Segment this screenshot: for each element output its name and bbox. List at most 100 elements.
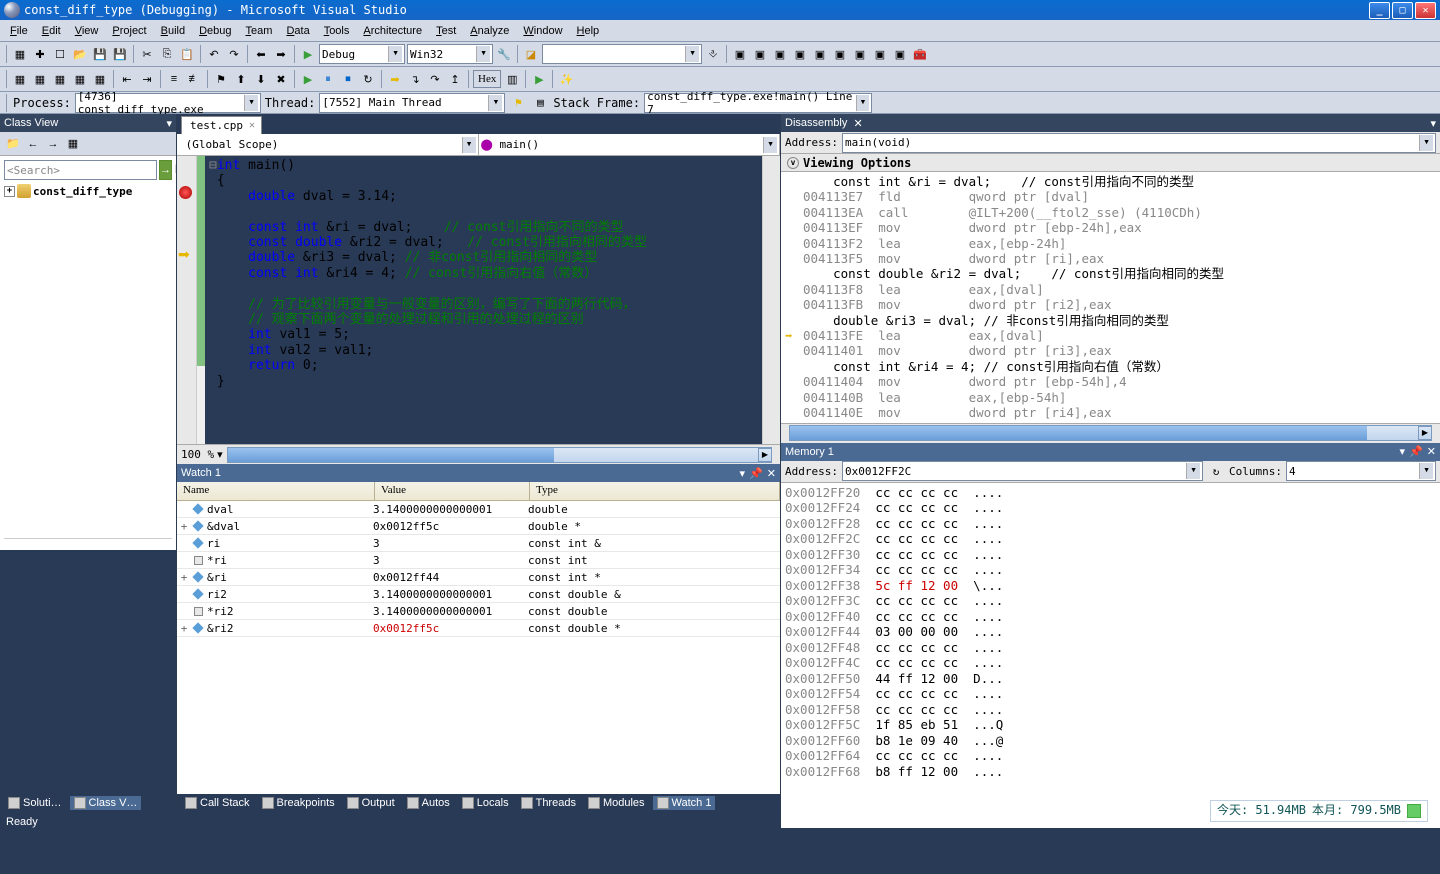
replace-icon[interactable]: ⎀ bbox=[704, 45, 722, 63]
win9-icon[interactable]: ▣ bbox=[891, 45, 909, 63]
maximize-button[interactable]: □ bbox=[1392, 2, 1413, 19]
output-icon[interactable]: ▥ bbox=[503, 70, 521, 88]
nav-back-icon[interactable]: ⬅ bbox=[252, 45, 270, 63]
menu-window[interactable]: Window bbox=[517, 23, 568, 39]
breakpoint-icon[interactable] bbox=[179, 186, 192, 199]
pin-icon[interactable]: 📌 bbox=[749, 467, 763, 480]
bookmark-icon[interactable]: ⚑ bbox=[212, 70, 230, 88]
menu-analyze[interactable]: Analyze bbox=[464, 23, 515, 39]
menu-build[interactable]: Build bbox=[155, 23, 191, 39]
stop-icon[interactable]: ⏹ bbox=[339, 70, 357, 88]
win5-icon[interactable]: ▣ bbox=[811, 45, 829, 63]
tool-tab-watch-1[interactable]: Watch 1 bbox=[653, 796, 716, 810]
asm-line[interactable]: 004113FB mov dword ptr [ri2],eax bbox=[785, 297, 1436, 312]
watch-row[interactable]: ri3const int & bbox=[177, 535, 780, 552]
chevron-down-icon[interactable]: v bbox=[787, 157, 799, 169]
wand-icon[interactable]: ✨ bbox=[557, 70, 575, 88]
layout4-icon[interactable]: ▦ bbox=[71, 70, 89, 88]
menu-data[interactable]: Data bbox=[280, 23, 315, 39]
next-bm-icon[interactable]: ⬇ bbox=[252, 70, 270, 88]
editor-margin[interactable]: ➡ bbox=[177, 156, 197, 444]
menu-team[interactable]: Team bbox=[240, 23, 279, 39]
layout3-icon[interactable]: ▦ bbox=[51, 70, 69, 88]
asm-line[interactable]: 0041140E mov dword ptr [ri4],eax bbox=[785, 405, 1436, 420]
tool-tab-breakpoints[interactable]: Breakpoints bbox=[258, 796, 339, 810]
class-view-search[interactable] bbox=[4, 160, 157, 180]
panel-close-icon[interactable]: ✕ bbox=[1427, 445, 1436, 458]
tool-tab-modules[interactable]: Modules bbox=[584, 796, 649, 810]
tool-tab-output[interactable]: Output bbox=[343, 796, 399, 810]
win2-icon[interactable]: ▣ bbox=[751, 45, 769, 63]
thread-combo[interactable]: [7552] Main Thread▾ bbox=[319, 93, 505, 113]
properties-icon[interactable]: 🔧 bbox=[495, 45, 513, 63]
undo-icon[interactable]: ↶ bbox=[205, 45, 223, 63]
uncomment-icon[interactable]: ≢ bbox=[185, 70, 203, 88]
vertical-scrollbar[interactable] bbox=[762, 156, 780, 444]
asm-line[interactable]: 004113EA call @ILT+200(__ftol2_sse) (411… bbox=[785, 205, 1436, 220]
asm-line[interactable]: 0041140B lea eax,[ebp-54h] bbox=[785, 390, 1436, 405]
panel-close-icon[interactable]: ✕ bbox=[767, 467, 776, 480]
pin-icon[interactable]: 📌 bbox=[1409, 445, 1423, 458]
add-item-icon[interactable]: ✚ bbox=[31, 45, 49, 63]
asm-line[interactable]: double &ri3 = dval; // 非const引用指向相同的类型 bbox=[785, 313, 1436, 328]
menu-debug[interactable]: Debug bbox=[193, 23, 237, 39]
disasm-addr-combo[interactable]: main(void)▾ bbox=[842, 133, 1436, 153]
expand-icon[interactable]: + bbox=[4, 186, 15, 197]
asm-line[interactable]: 004113F2 lea eax,[ebp-24h] bbox=[785, 236, 1436, 251]
asm-line[interactable]: const int &ri = dval; // const引用指向不同的类型 bbox=[785, 174, 1436, 189]
minimize-button[interactable]: _ bbox=[1369, 2, 1390, 19]
asm-line[interactable]: 00411404 mov dword ptr [ebp-54h],4 bbox=[785, 374, 1436, 389]
win6-icon[interactable]: ▣ bbox=[831, 45, 849, 63]
open-icon[interactable]: 📂 bbox=[71, 45, 89, 63]
thread-filter-icon[interactable]: ▤ bbox=[531, 94, 549, 112]
menu-architecture[interactable]: Architecture bbox=[357, 23, 428, 39]
menu-project[interactable]: Project bbox=[106, 23, 152, 39]
save-all-icon[interactable]: 💾 bbox=[111, 45, 129, 63]
class-view-tab[interactable]: Class V… bbox=[70, 796, 142, 810]
win1-icon[interactable]: ▣ bbox=[731, 45, 749, 63]
watch-row[interactable]: +&ri0x0012ff44const int * bbox=[177, 569, 780, 586]
menu-edit[interactable]: Edit bbox=[36, 23, 67, 39]
panel-dropdown-icon[interactable]: ▾ bbox=[1400, 445, 1406, 458]
thread-flag-icon[interactable]: ⚑ bbox=[509, 94, 527, 112]
redo-icon[interactable]: ↷ bbox=[225, 45, 243, 63]
fwd-icon[interactable]: → bbox=[44, 135, 62, 153]
code-editor[interactable]: ⊟int main() { double dval = 3.14; const … bbox=[205, 156, 762, 444]
watch-row[interactable]: *ri23.1400000000000001const double bbox=[177, 603, 780, 620]
layout2-icon[interactable]: ▦ bbox=[31, 70, 49, 88]
toolbox-icon[interactable]: 🧰 bbox=[911, 45, 929, 63]
start-debug-icon[interactable]: ▶ bbox=[299, 45, 317, 63]
editor-tab-test[interactable]: test.cpp✕ bbox=[181, 116, 262, 134]
restart-icon[interactable]: ↻ bbox=[359, 70, 377, 88]
save-icon[interactable]: 💾 bbox=[91, 45, 109, 63]
step-over-icon[interactable]: ↷ bbox=[426, 70, 444, 88]
comment-icon[interactable]: ≡ bbox=[165, 70, 183, 88]
pause-icon[interactable]: ⏸ bbox=[319, 70, 337, 88]
watch-row[interactable]: +&dval0x0012ff5cdouble * bbox=[177, 518, 780, 535]
asm-line[interactable]: 004113E7 fld qword ptr [dval] bbox=[785, 189, 1436, 204]
asm-line[interactable]: 004113EF mov dword ptr [ebp-24h],eax bbox=[785, 220, 1436, 235]
new-project-icon[interactable]: ▦ bbox=[11, 45, 29, 63]
settings-icon[interactable]: ▦ bbox=[64, 135, 82, 153]
panel-dropdown-icon[interactable]: ▾ bbox=[1430, 117, 1436, 130]
menu-tools[interactable]: Tools bbox=[318, 23, 356, 39]
clear-bm-icon[interactable]: ✖ bbox=[272, 70, 290, 88]
search-go-button[interactable]: → bbox=[159, 160, 172, 180]
win8-icon[interactable]: ▣ bbox=[871, 45, 889, 63]
hex-toggle[interactable]: Hex bbox=[473, 70, 501, 88]
cv-dropdown-icon[interactable]: ▾ bbox=[166, 117, 172, 130]
win7-icon[interactable]: ▣ bbox=[851, 45, 869, 63]
horizontal-scrollbar[interactable]: ◀▶ bbox=[227, 447, 772, 463]
indent-less-icon[interactable]: ⇤ bbox=[118, 70, 136, 88]
paste-icon[interactable]: 📋 bbox=[178, 45, 196, 63]
layout5-icon[interactable]: ▦ bbox=[91, 70, 109, 88]
process-combo[interactable]: [4736] const_diff_type.exe▾ bbox=[75, 93, 261, 113]
tab-close-icon[interactable]: ✕ bbox=[249, 120, 255, 131]
asm-line[interactable]: const int &ri4 = 4; // const引用指向右值（常数） bbox=[785, 359, 1436, 374]
win3-icon[interactable]: ▣ bbox=[771, 45, 789, 63]
tool-tab-call-stack[interactable]: Call Stack bbox=[181, 796, 254, 810]
show-next-icon[interactable]: ➡ bbox=[386, 70, 404, 88]
find-combo[interactable]: ▾ bbox=[542, 44, 702, 64]
win4-icon[interactable]: ▣ bbox=[791, 45, 809, 63]
refresh-icon[interactable] bbox=[1407, 804, 1421, 818]
